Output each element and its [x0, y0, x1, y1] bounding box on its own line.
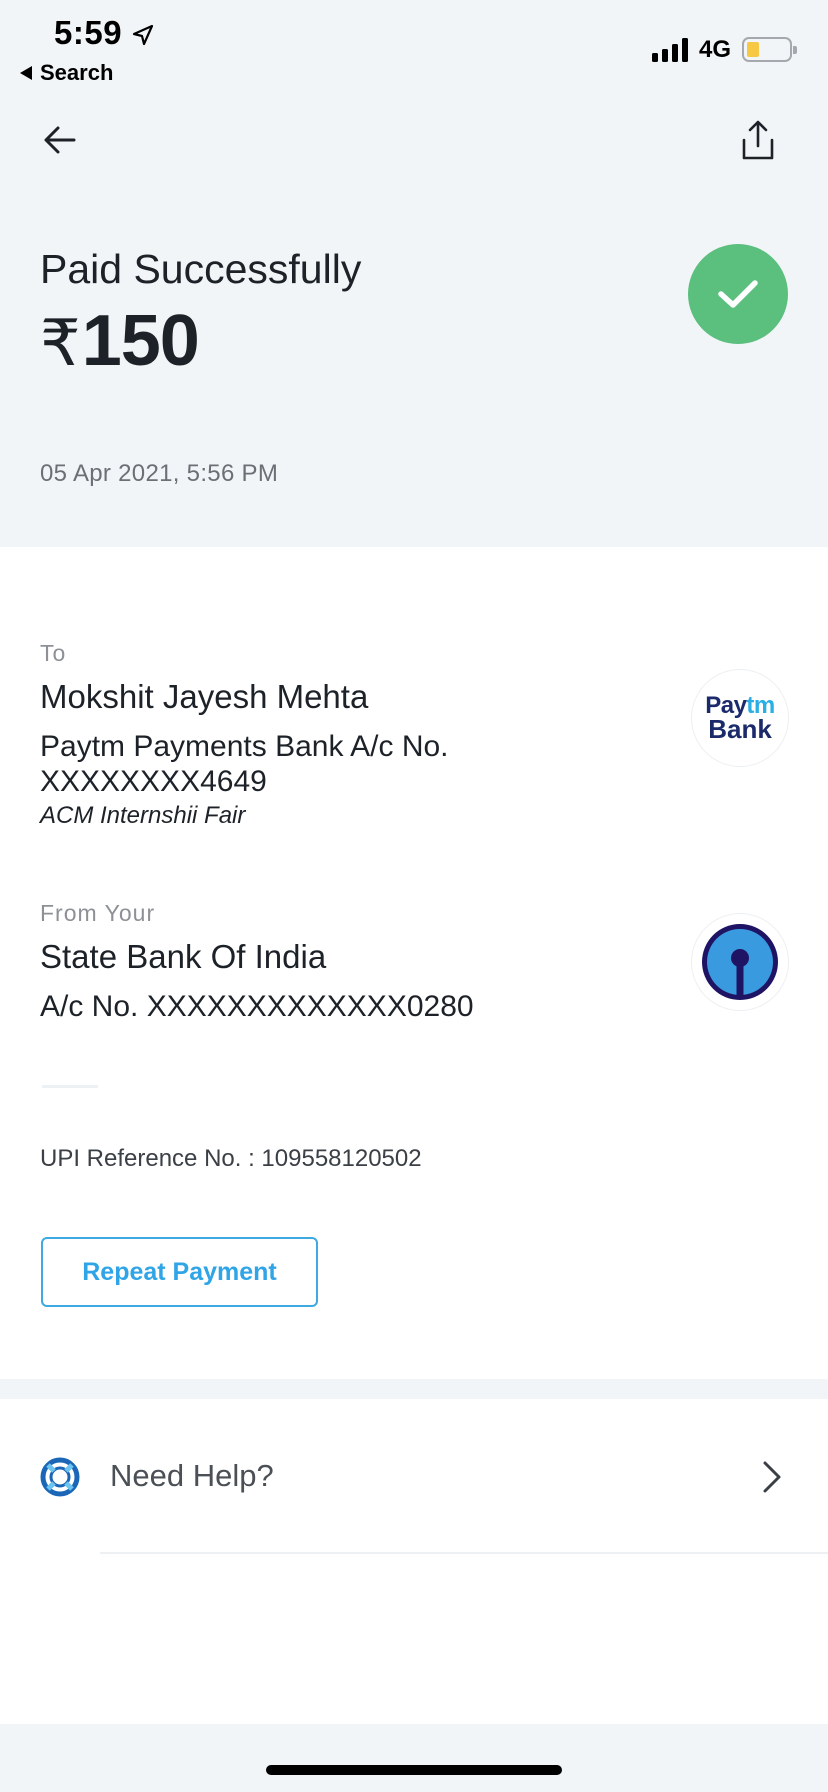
- amount-value: 150: [81, 301, 200, 381]
- to-label: To: [40, 640, 67, 666]
- signal-strength-icon: [652, 38, 688, 62]
- help-divider: [100, 1552, 828, 1554]
- paytm-bank-logo: Paytm Bank: [692, 670, 788, 766]
- from-label: From Your: [40, 900, 156, 926]
- need-help-label: Need Help?: [110, 1458, 274, 1493]
- upi-reference: UPI Reference No. : 109558120502: [40, 1145, 422, 1172]
- arrow-left-icon[interactable]: [40, 120, 80, 160]
- currency-symbol: ₹: [40, 307, 81, 379]
- location-arrow-icon: [132, 24, 154, 46]
- network-type: 4G: [699, 36, 732, 63]
- sbi-logo: [692, 914, 788, 1010]
- battery-icon: [742, 37, 797, 62]
- chevron-right-icon: [763, 1461, 781, 1493]
- transaction-date: 05 Apr 2021, 5:56 PM: [40, 460, 279, 487]
- share-icon[interactable]: [738, 118, 778, 162]
- payment-amount: ₹150: [40, 300, 200, 382]
- back-triangle-icon: [20, 66, 32, 80]
- success-badge: [688, 244, 788, 344]
- lifebuoy-icon: [40, 1457, 80, 1497]
- need-help-row[interactable]: Need Help?: [0, 1399, 828, 1555]
- section-divider: [42, 1085, 98, 1088]
- back-app-label: Search: [40, 60, 114, 85]
- back-to-app-link[interactable]: Search: [20, 60, 113, 86]
- payer-account: A/c No. XXXXXXXXXXXXX0280: [40, 990, 474, 1023]
- payment-note: ACM Internshii Fair: [40, 802, 246, 829]
- bottom-bar: [0, 1724, 828, 1792]
- payer-bank-name: State Bank Of India: [40, 938, 327, 975]
- help-section: Need Help?: [0, 1399, 828, 1724]
- section-gap: [0, 1379, 828, 1399]
- payee-bank: Paytm Payments Bank A/c No.: [40, 730, 449, 763]
- payee-account: XXXXXXXX4649: [40, 765, 267, 798]
- status-bar: 5:59 Search 4G: [0, 0, 828, 96]
- repeat-payment-button[interactable]: Repeat Payment: [41, 1237, 318, 1307]
- status-time: 5:59: [54, 14, 123, 51]
- paytm-logo-text-bank: Bank: [708, 714, 772, 744]
- home-indicator[interactable]: [266, 1765, 562, 1775]
- check-icon: [718, 280, 758, 308]
- payment-status-title: Paid Successfully: [40, 246, 362, 292]
- payee-name: Mokshit Jayesh Mehta: [40, 678, 369, 715]
- sbi-logo-icon: [702, 924, 778, 1000]
